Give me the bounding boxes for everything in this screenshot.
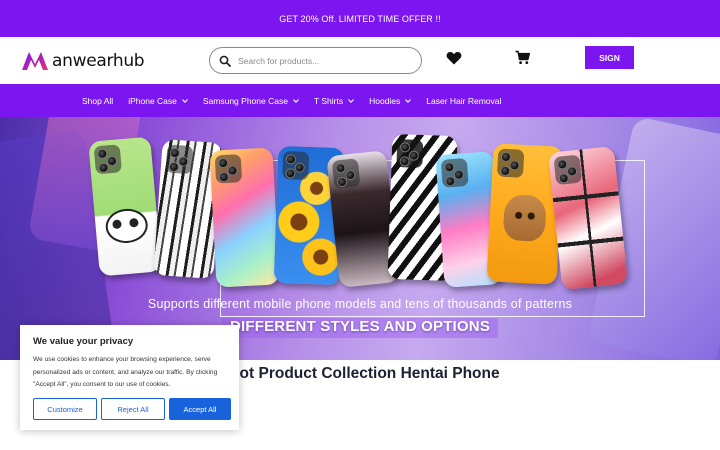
chevron-down-icon (405, 98, 412, 103)
hero-subtitle: Supports different mobile phone models a… (147, 297, 573, 311)
announcement-bar: GET 20% Off. LIMITED TIME OFFER !! (0, 0, 720, 37)
cookie-description: We use cookies to enhance your browsing … (33, 356, 218, 388)
heart-icon[interactable] (446, 51, 462, 65)
logo-text: anwearhub (52, 51, 145, 71)
search-input[interactable] (238, 55, 408, 66)
nav-item-label: Laser Hair Removal (426, 95, 502, 106)
nav-item-label: Hoodies (369, 95, 401, 106)
nav-item-shop-all[interactable]: Shop All (82, 96, 113, 106)
search-icon[interactable] (219, 55, 231, 67)
nav-item-t-shirts[interactable]: T Shirts (314, 96, 354, 106)
chevron-down-icon (348, 98, 354, 103)
chevron-down-icon (293, 98, 299, 103)
panda-art (104, 207, 150, 245)
nav-item-label: Shop All (82, 95, 114, 106)
phone-case-image (88, 136, 162, 277)
nav-item-iphone-case[interactable]: iPhone Case (128, 96, 188, 106)
nav-item-label: Samsung Phone Case (202, 95, 288, 106)
cookie-consent-banner: We value your privacy We use cookies to … (20, 325, 239, 430)
search-bar[interactable] (209, 47, 422, 74)
accept-all-button[interactable]: Accept All (169, 398, 231, 420)
logo-mark-icon (22, 52, 48, 70)
nav-item-label: T Shirts (313, 95, 344, 106)
reject-all-button[interactable]: Reject All (101, 398, 165, 420)
cart-icon[interactable] (515, 50, 530, 65)
nav-item-hoodies[interactable]: Hoodies (369, 95, 412, 106)
nav-item-laser-hair-removal[interactable]: Laser Hair Removal (426, 96, 501, 106)
nav-item-samsung-phone-case[interactable]: Samsung Phone Case (203, 96, 299, 106)
chevron-down-icon (181, 98, 188, 103)
sign-button[interactable]: SIGN (585, 46, 634, 69)
hero-banner[interactable]: Supports different mobile phone models a… (0, 117, 720, 360)
nav-item-label: iPhone Case (128, 95, 177, 106)
announcement-text: GET 20% Off. LIMITED TIME OFFER !! (279, 13, 441, 24)
cat-art (502, 193, 547, 243)
site-header: anwearhub SIGN (0, 37, 720, 84)
site-logo[interactable]: anwearhub (20, 50, 145, 72)
cookie-actions: Customize Reject All Accept All (33, 398, 231, 420)
customize-button[interactable]: Customize (33, 398, 97, 420)
cookie-title: We value your privacy (33, 336, 134, 347)
phone-case-image (209, 147, 280, 288)
main-nav: Shop All iPhone Case Samsung Phone Case … (0, 84, 720, 117)
